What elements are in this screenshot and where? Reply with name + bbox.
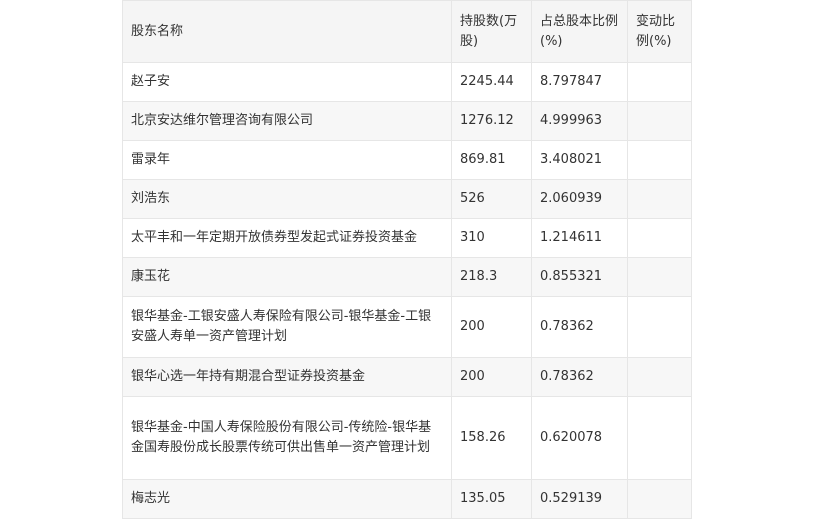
cell-shares: 526	[451, 179, 532, 219]
cell-shares: 200	[451, 296, 532, 358]
cell-shareholder-name: 银华基金-工银安盛人寿保险有限公司-银华基金-工银安盛人寿单一资产管理计划	[122, 296, 452, 358]
cell-shareholder-name: 梅志光	[122, 479, 452, 519]
table-row: 银华心选一年持有期混合型证券投资基金 200 0.78362	[122, 357, 692, 397]
cell-ratio: 0.529139	[531, 479, 628, 519]
cell-shareholder-name: 赵子安	[122, 62, 452, 102]
cell-change	[627, 62, 692, 102]
shareholder-table: 股东名称 持股数(万股) 占总股本比例(%) 变动比例(%) 赵子安 2245.…	[122, 0, 692, 519]
table-header-row: 股东名称 持股数(万股) 占总股本比例(%) 变动比例(%)	[122, 0, 692, 63]
cell-ratio: 2.060939	[531, 179, 628, 219]
cell-shareholder-name: 银华心选一年持有期混合型证券投资基金	[122, 357, 452, 397]
cell-change	[627, 257, 692, 297]
cell-change	[627, 479, 692, 519]
cell-ratio: 0.855321	[531, 257, 628, 297]
cell-ratio: 0.78362	[531, 296, 628, 358]
cell-shareholder-name: 雷录年	[122, 140, 452, 180]
cell-shares: 869.81	[451, 140, 532, 180]
cell-shareholder-name: 刘浩东	[122, 179, 452, 219]
cell-change	[627, 357, 692, 397]
header-ratio: 占总股本比例(%)	[531, 0, 628, 63]
cell-shares: 218.3	[451, 257, 532, 297]
cell-change	[627, 140, 692, 180]
header-change: 变动比例(%)	[627, 0, 692, 63]
cell-ratio: 4.999963	[531, 101, 628, 141]
cell-change	[627, 296, 692, 358]
cell-change	[627, 396, 692, 480]
cell-ratio: 3.408021	[531, 140, 628, 180]
table-row: 太平丰和一年定期开放债券型发起式证券投资基金 310 1.214611	[122, 218, 692, 258]
cell-change	[627, 179, 692, 219]
table-row: 北京安达维尔管理咨询有限公司 1276.12 4.999963	[122, 101, 692, 141]
cell-shares: 135.05	[451, 479, 532, 519]
table-row: 雷录年 869.81 3.408021	[122, 140, 692, 180]
cell-shares: 200	[451, 357, 532, 397]
shareholder-table-container: 股东名称 持股数(万股) 占总股本比例(%) 变动比例(%) 赵子安 2245.…	[122, 0, 692, 519]
cell-shareholder-name: 北京安达维尔管理咨询有限公司	[122, 101, 452, 141]
table-row: 银华基金-中国人寿保险股份有限公司-传统险-银华基金国寿股份成长股票传统可供出售…	[122, 396, 692, 480]
cell-ratio: 1.214611	[531, 218, 628, 258]
header-shares: 持股数(万股)	[451, 0, 532, 63]
cell-shares: 310	[451, 218, 532, 258]
cell-ratio: 8.797847	[531, 62, 628, 102]
cell-shareholder-name: 银华基金-中国人寿保险股份有限公司-传统险-银华基金国寿股份成长股票传统可供出售…	[122, 396, 452, 480]
cell-change	[627, 101, 692, 141]
table-row: 银华基金-工银安盛人寿保险有限公司-银华基金-工银安盛人寿单一资产管理计划 20…	[122, 296, 692, 358]
cell-shareholder-name: 康玉花	[122, 257, 452, 297]
cell-ratio: 0.78362	[531, 357, 628, 397]
cell-ratio: 0.620078	[531, 396, 628, 480]
table-row: 梅志光 135.05 0.529139	[122, 479, 692, 519]
table-row: 赵子安 2245.44 8.797847	[122, 62, 692, 102]
cell-shares: 2245.44	[451, 62, 532, 102]
cell-shares: 158.26	[451, 396, 532, 480]
cell-shares: 1276.12	[451, 101, 532, 141]
header-shareholder-name: 股东名称	[122, 0, 452, 63]
cell-change	[627, 218, 692, 258]
table-row: 康玉花 218.3 0.855321	[122, 257, 692, 297]
cell-shareholder-name: 太平丰和一年定期开放债券型发起式证券投资基金	[122, 218, 452, 258]
table-row: 刘浩东 526 2.060939	[122, 179, 692, 219]
